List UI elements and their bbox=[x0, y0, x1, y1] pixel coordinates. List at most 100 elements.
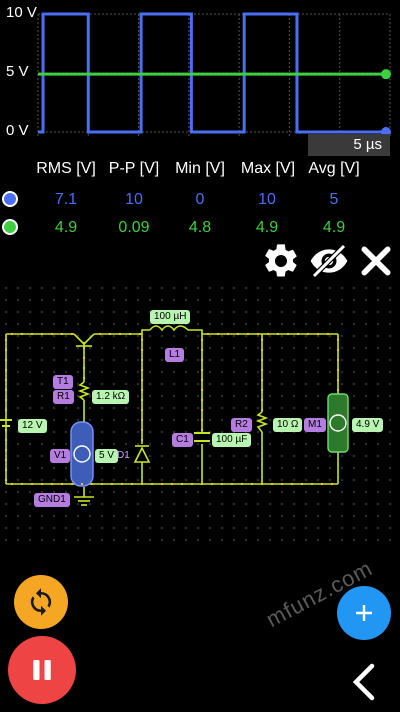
scope-plot bbox=[37, 12, 391, 137]
current-dot bbox=[60, 332, 64, 336]
current-dot bbox=[90, 482, 94, 486]
current-dot bbox=[336, 348, 340, 352]
table-cell: 7.1 bbox=[54, 191, 78, 208]
current-dot bbox=[4, 378, 8, 382]
current-dot bbox=[140, 378, 144, 382]
current-dot bbox=[40, 332, 44, 336]
refresh-icon bbox=[30, 588, 52, 616]
current-dot bbox=[250, 482, 254, 486]
current-dot bbox=[138, 332, 142, 336]
current-dot bbox=[336, 368, 340, 372]
eye-off-icon[interactable] bbox=[308, 240, 350, 282]
current-dot bbox=[118, 332, 122, 336]
current-dot bbox=[206, 332, 210, 336]
current-dot bbox=[140, 348, 144, 352]
channel-color-dot[interactable] bbox=[2, 191, 18, 207]
current-dot bbox=[276, 332, 280, 336]
current-dot bbox=[4, 358, 8, 362]
resistor-value-label[interactable]: 1.2 kΩ bbox=[92, 390, 130, 404]
voltmeter-symbol bbox=[327, 393, 349, 453]
ground-name-label[interactable]: GND1 bbox=[34, 493, 70, 507]
current-dot bbox=[200, 388, 204, 392]
current-dot bbox=[82, 346, 86, 350]
column-header: P-P [V] bbox=[108, 160, 160, 177]
current-dot bbox=[140, 358, 144, 362]
pause-icon bbox=[33, 660, 51, 680]
refresh-button[interactable] bbox=[14, 575, 68, 629]
current-dot bbox=[50, 332, 54, 336]
table-cell: 5 bbox=[329, 191, 339, 208]
current-dot bbox=[170, 482, 174, 486]
table-cell: 4.9 bbox=[54, 219, 78, 236]
current-dot bbox=[140, 418, 144, 422]
current-dot bbox=[260, 408, 264, 412]
current-dot bbox=[140, 388, 144, 392]
diode-symbol bbox=[133, 445, 151, 463]
resistor2-value-label[interactable]: 10 Ω bbox=[273, 418, 303, 432]
source-name-label[interactable]: V1 bbox=[50, 449, 71, 463]
current-dot bbox=[280, 482, 284, 486]
current-dot bbox=[140, 438, 144, 442]
current-dot bbox=[220, 482, 224, 486]
current-dot bbox=[10, 332, 14, 336]
inductor-symbol bbox=[149, 325, 189, 332]
current-dot bbox=[40, 482, 44, 486]
current-dot bbox=[246, 332, 250, 336]
current-dot bbox=[4, 458, 8, 462]
current-dot bbox=[326, 332, 330, 336]
circuit-canvas[interactable]: 100 µH L1 T1 R1 1.2 kΩ 12 V V1 5 V D1 C1… bbox=[0, 282, 400, 542]
current-dot bbox=[200, 338, 204, 342]
current-dot bbox=[4, 368, 8, 372]
current-dot bbox=[306, 332, 310, 336]
table-cell: 0 bbox=[195, 191, 205, 208]
gear-icon[interactable] bbox=[260, 240, 302, 282]
time-per-division[interactable]: 5 µs bbox=[308, 134, 390, 156]
inductor-name-label[interactable]: L1 bbox=[165, 348, 185, 362]
table-cell: 4.9 bbox=[322, 219, 346, 236]
current-dot bbox=[260, 348, 264, 352]
close-icon[interactable] bbox=[355, 240, 397, 282]
current-dot bbox=[140, 428, 144, 432]
current-dot bbox=[108, 332, 112, 336]
diode-name-label[interactable]: D1 bbox=[113, 449, 134, 463]
current-dot bbox=[70, 332, 74, 336]
chevron-left-icon bbox=[352, 663, 375, 701]
capacitor-value-label[interactable]: 100 µF bbox=[212, 433, 252, 447]
y-tick-label: 0 V bbox=[6, 122, 29, 139]
current-dot bbox=[226, 332, 230, 336]
back-button[interactable] bbox=[346, 662, 380, 702]
channel-color-dot[interactable] bbox=[2, 219, 18, 235]
capacitor-name-label[interactable]: C1 bbox=[172, 433, 193, 447]
resistor2-name-label[interactable]: R2 bbox=[231, 418, 252, 432]
current-dot bbox=[216, 332, 220, 336]
current-dot bbox=[190, 482, 194, 486]
table-cell: 10 bbox=[258, 191, 276, 208]
table-cell: 4.8 bbox=[188, 219, 212, 236]
meter-name-label[interactable]: M1 bbox=[304, 418, 326, 432]
battery-value-label[interactable]: 12 V bbox=[18, 419, 47, 433]
resistor-name-label[interactable]: R1 bbox=[53, 390, 74, 404]
current-dot bbox=[4, 468, 8, 472]
plus-icon bbox=[356, 605, 372, 621]
current-dot bbox=[316, 332, 320, 336]
current-dot bbox=[140, 338, 144, 342]
current-dot bbox=[200, 358, 204, 362]
column-header: RMS [V] bbox=[36, 160, 96, 177]
current-dot bbox=[4, 448, 8, 452]
current-dot bbox=[4, 338, 8, 342]
y-tick-label: 10 V bbox=[6, 4, 37, 21]
meter-value-label[interactable]: 4.9 V bbox=[352, 418, 384, 432]
pause-button[interactable] bbox=[8, 636, 76, 704]
current-dot bbox=[200, 348, 204, 352]
current-dot bbox=[296, 332, 300, 336]
resistor-r1-symbol bbox=[77, 381, 91, 401]
inductor-value-label[interactable]: 100 µH bbox=[150, 310, 191, 324]
current-dot bbox=[260, 398, 264, 402]
current-dot bbox=[260, 368, 264, 372]
current-dot bbox=[30, 482, 34, 486]
oscilloscope[interactable]: 10 V 5 V 0 V bbox=[0, 0, 400, 150]
transistor-name-label[interactable]: T1 bbox=[53, 375, 73, 389]
current-dot bbox=[230, 482, 234, 486]
current-dot bbox=[10, 482, 14, 486]
current-dot bbox=[266, 332, 270, 336]
